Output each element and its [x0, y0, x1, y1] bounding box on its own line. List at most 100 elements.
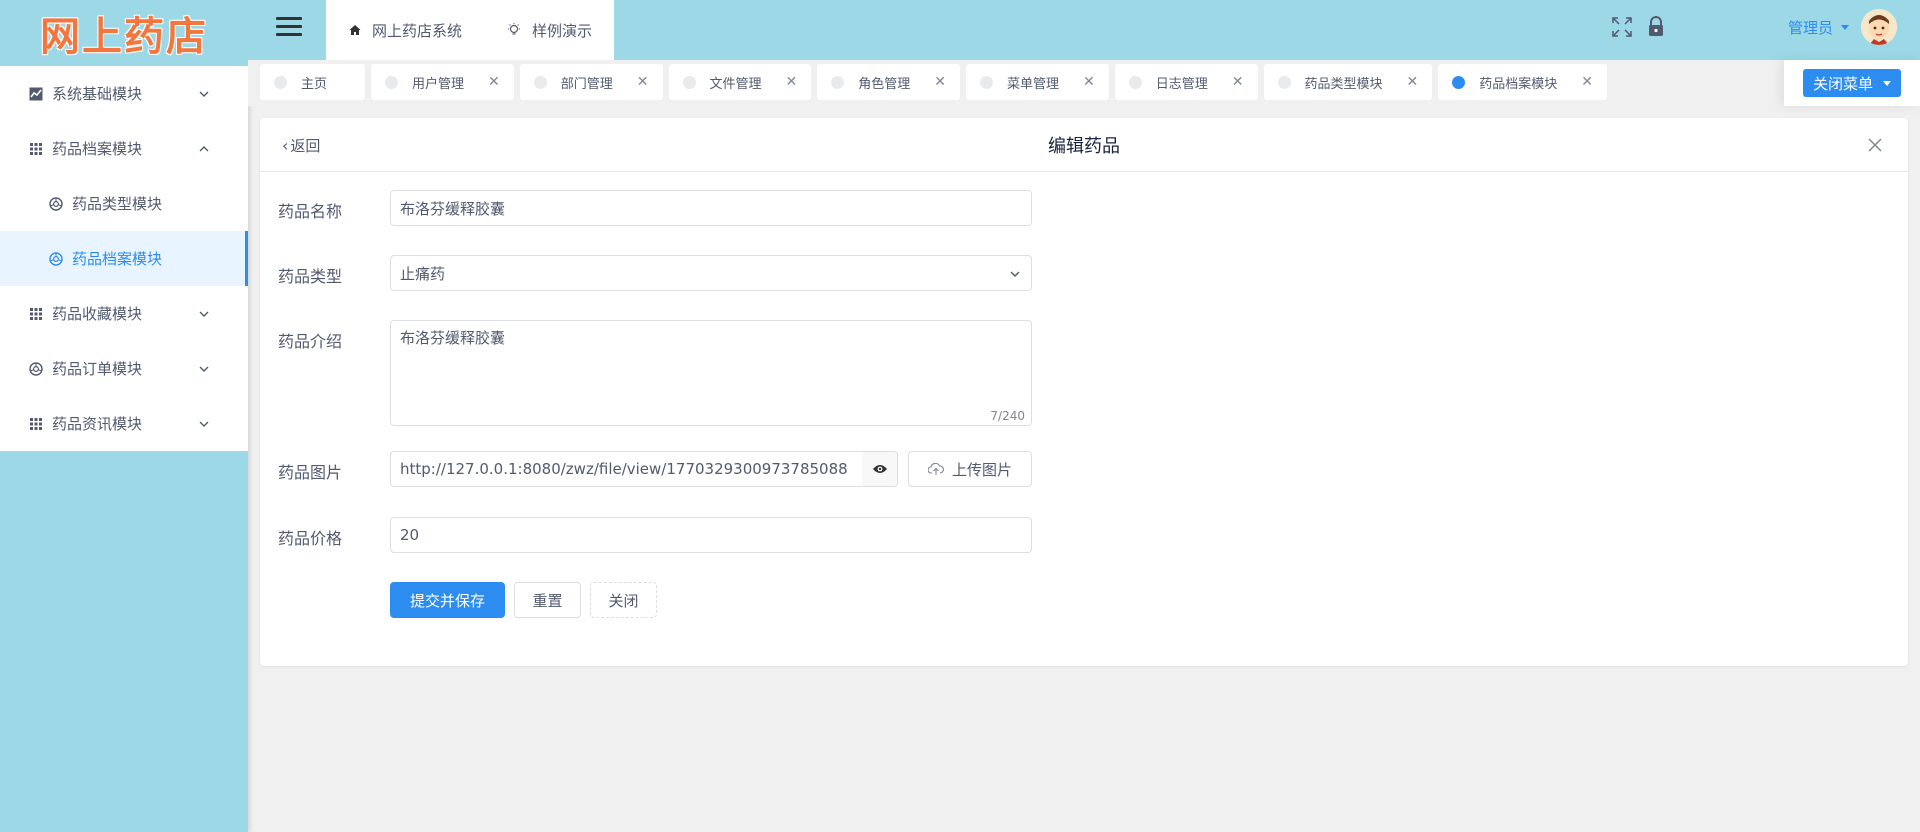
tag-role-manage[interactable]: 角色管理 ✕: [817, 64, 961, 100]
chevron-down-icon: [1010, 271, 1020, 277]
user-name[interactable]: 管理员: [1788, 17, 1833, 38]
caret-down-icon: [1841, 24, 1850, 30]
aperture-icon: [28, 361, 44, 377]
intro-value: 布洛芬缓释胶囊: [400, 329, 506, 347]
char-count: 7/240: [990, 409, 1025, 423]
tag-dot-icon: [980, 75, 994, 89]
home-icon: [349, 25, 361, 35]
tag-list: 主页 用户管理 ✕ 部门管理 ✕ 文件管理 ✕ 角色管理 ✕ 菜单管理 ✕ 日志…: [260, 64, 1613, 100]
header-tools: [1610, 15, 1678, 39]
tag-dept-manage[interactable]: 部门管理 ✕: [519, 64, 663, 100]
sidebar-item-system-basic[interactable]: 系统基础模块: [0, 66, 248, 121]
close-label: 关闭: [608, 591, 639, 610]
top-tab-system[interactable]: 网上药店系统: [326, 0, 484, 60]
top-tab-label: 网上药店系统: [372, 21, 463, 40]
tag-label: 菜单管理: [1007, 76, 1060, 92]
tag-home[interactable]: 主页: [260, 64, 366, 100]
tag-label: 主页: [301, 76, 328, 92]
logo-text: 网上药店: [40, 14, 208, 60]
close-icon[interactable]: ✕: [1232, 74, 1244, 90]
fullscreen-icon[interactable]: [1610, 15, 1634, 39]
top-header: 网上药店系统 样例演示 管理员: [248, 0, 1920, 60]
tag-user-manage[interactable]: 用户管理 ✕: [371, 64, 514, 100]
sidebar-item-drug-archive-group[interactable]: 药品档案模块: [0, 121, 248, 176]
close-menu-button[interactable]: 关闭菜单: [1802, 69, 1901, 97]
tag-dot-icon: [274, 75, 287, 89]
bulb-icon: [508, 23, 521, 35]
intro-label: 药品介绍: [278, 332, 343, 351]
name-value: 布洛芬缓释胶囊: [400, 199, 506, 218]
sidebar-item-label: 药品档案模块: [72, 250, 163, 268]
price-label: 药品价格: [278, 529, 343, 548]
sidebar-item-drug-archive[interactable]: 药品档案模块: [0, 231, 248, 286]
upload-label: 上传图片: [951, 460, 1012, 479]
chevron-down-icon: [199, 311, 209, 317]
close-icon[interactable]: ✕: [1083, 74, 1095, 90]
user-menu[interactable]: 管理员: [1788, 0, 1898, 54]
sidebar-item-label: 药品订单模块: [52, 360, 143, 378]
card-header: ‹ 返回 编辑药品: [260, 118, 1908, 172]
tag-dot-icon: [533, 75, 547, 89]
tag-file-manage[interactable]: 文件管理 ✕: [668, 64, 812, 100]
type-select[interactable]: 止痛药: [390, 255, 1032, 291]
caret-down-icon: [1883, 80, 1891, 86]
avatar[interactable]: [1861, 9, 1898, 45]
upload-image-button[interactable]: 上传图片: [908, 451, 1032, 487]
grid-icon: [28, 141, 44, 157]
preview-button[interactable]: [862, 451, 898, 487]
sidebar-item-label: 系统基础模块: [52, 85, 143, 103]
close-icon[interactable]: ✕: [1407, 74, 1419, 90]
top-tab-demo[interactable]: 样例演示: [484, 0, 614, 60]
submit-save-button[interactable]: 提交并保存: [390, 582, 505, 618]
menu-toggle-icon[interactable]: [276, 17, 302, 37]
cloud-upload-icon: [927, 462, 944, 475]
submit-label: 提交并保存: [409, 591, 485, 610]
name-label: 药品名称: [278, 202, 343, 221]
sidebar-item-label: 药品类型模块: [72, 195, 163, 213]
sidebar-item-drug-favorite[interactable]: 药品收藏模块: [0, 286, 248, 341]
aperture-icon: [48, 196, 64, 212]
lock-icon[interactable]: [1644, 15, 1668, 39]
top-nav: 网上药店系统 样例演示: [326, 0, 615, 60]
close-icon[interactable]: ✕: [786, 74, 798, 90]
close-icon[interactable]: ✕: [934, 74, 946, 90]
close-button[interactable]: 关闭: [590, 582, 657, 618]
edit-card: ‹ 返回 编辑药品 药品名称 布洛芬缓释胶囊 药品类型 止痛药 药品介绍 布洛芬…: [260, 118, 1908, 666]
chevron-left-icon: ‹: [282, 135, 289, 155]
price-value: 20: [400, 526, 420, 544]
tag-menu-manage[interactable]: 菜单管理 ✕: [966, 64, 1109, 100]
sidebar-menu: 系统基础模块 药品档案模块 药品类型模块 药品档案模块 药品收藏模块 药品订单模…: [0, 66, 248, 451]
tag-label: 用户管理: [412, 76, 465, 92]
tag-drug-archive[interactable]: 药品档案模块 ✕: [1438, 64, 1608, 100]
price-input[interactable]: 20: [390, 517, 1032, 553]
tag-dot-icon: [831, 75, 845, 89]
page-title: 编辑药品: [1048, 135, 1120, 157]
sidebar-item-drug-order[interactable]: 药品订单模块: [0, 341, 248, 396]
tag-log-manage[interactable]: 日志管理 ✕: [1114, 64, 1258, 100]
chart-icon: [28, 86, 44, 102]
close-icon[interactable]: ✕: [1581, 74, 1593, 90]
back-button[interactable]: ‹ 返回: [282, 118, 320, 172]
chevron-down-icon: [199, 91, 209, 97]
tag-label: 文件管理: [709, 76, 762, 92]
sidebar-item-drug-type[interactable]: 药品类型模块: [0, 176, 248, 231]
intro-textarea[interactable]: 布洛芬缓释胶囊 7/240: [390, 320, 1032, 426]
reset-label: 重置: [532, 591, 563, 610]
image-url-input[interactable]: http://127.0.0.1:8080/zwz/file/view/1770…: [390, 451, 863, 487]
tag-bar: 主页 用户管理 ✕ 部门管理 ✕ 文件管理 ✕ 角色管理 ✕ 菜单管理 ✕ 日志…: [248, 60, 1920, 106]
tag-drug-type[interactable]: 药品类型模块 ✕: [1263, 64, 1433, 100]
top-tab-label: 样例演示: [532, 21, 593, 40]
close-icon[interactable]: ✕: [488, 74, 500, 90]
tag-dot-icon: [1452, 75, 1466, 89]
image-label: 药品图片: [278, 463, 343, 482]
close-icon[interactable]: ✕: [637, 74, 649, 90]
name-input[interactable]: 布洛芬缓释胶囊: [390, 190, 1032, 226]
app-logo[interactable]: 网上药店: [0, 0, 248, 66]
reset-button[interactable]: 重置: [514, 582, 581, 618]
sidebar-item-drug-news[interactable]: 药品资讯模块: [0, 396, 248, 451]
chevron-up-icon: [199, 145, 209, 151]
tag-dot-icon: [682, 75, 696, 89]
tag-dot-icon: [1277, 75, 1291, 89]
grid-icon: [28, 416, 44, 432]
close-icon[interactable]: [1864, 134, 1886, 156]
